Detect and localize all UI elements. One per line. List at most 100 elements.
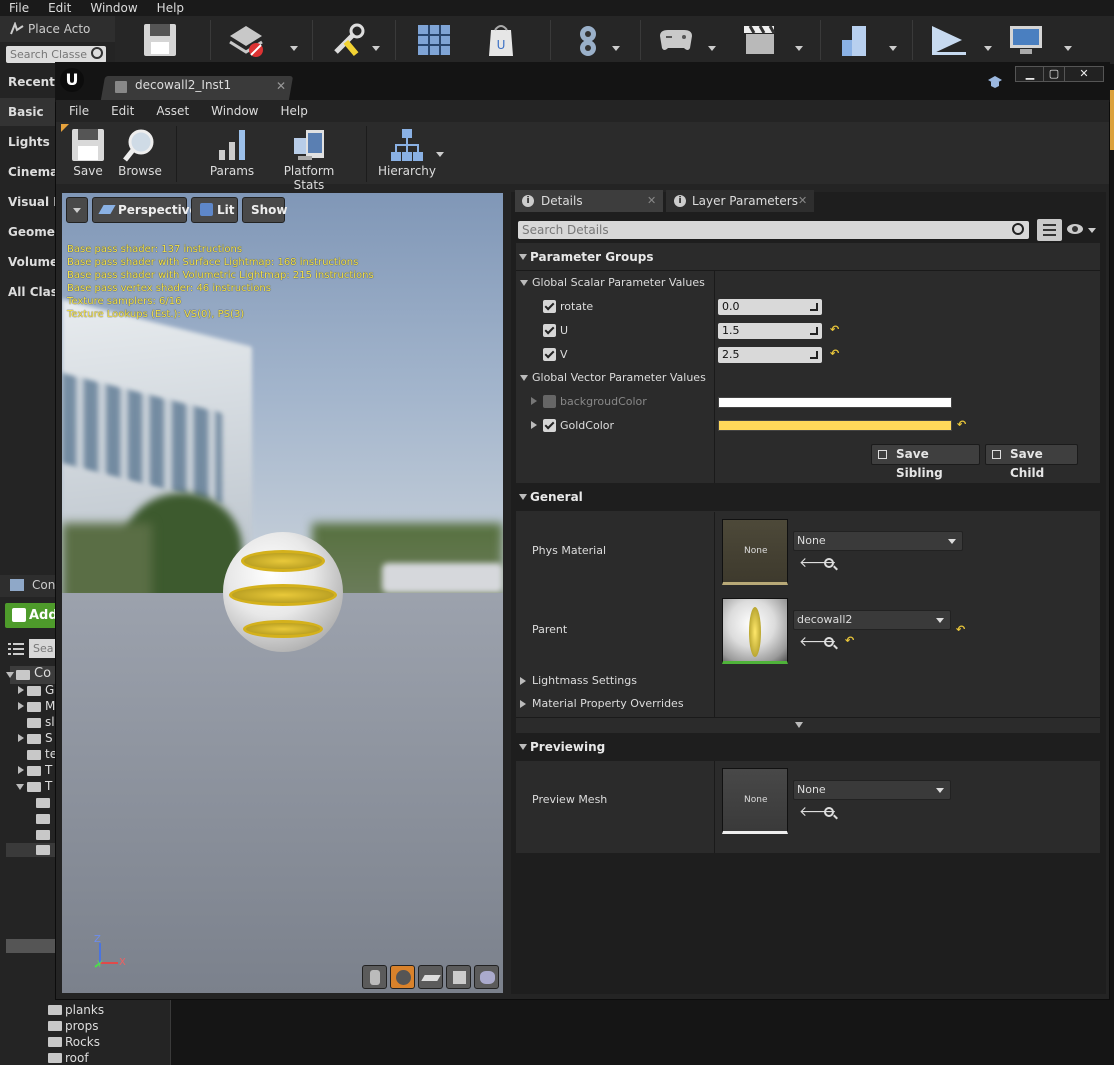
category-geometry[interactable]: Geomet	[0, 218, 55, 246]
menu-help[interactable]: Help	[267, 104, 316, 118]
menu-file[interactable]: File	[56, 104, 98, 118]
search-details-input[interactable]: Search Details	[518, 221, 1029, 239]
menu-edit[interactable]: Edit	[98, 104, 143, 118]
close-tab-icon[interactable]: ✕	[276, 79, 286, 93]
place-actors-tab[interactable]: Place Acto	[0, 16, 115, 42]
marketplace-icon[interactable]: U	[481, 22, 521, 58]
tree-item[interactable]: S	[45, 731, 53, 745]
browse-magnifier-icon[interactable]	[824, 558, 834, 568]
preview-mesh-thumbnail[interactable]: None	[722, 768, 788, 834]
tree-item[interactable]: sl	[45, 715, 55, 729]
tree-item[interactable]: T	[45, 779, 52, 793]
browse-button[interactable]: Browse	[118, 124, 162, 178]
game-mode-icon[interactable]	[656, 22, 696, 58]
show-button[interactable]: Show	[242, 197, 288, 223]
close-tab-icon[interactable]: ✕	[798, 194, 807, 207]
sources-toggle-icon[interactable]	[8, 642, 24, 656]
preview-mesh-dropdown[interactable]: None	[793, 780, 951, 800]
preview-cube-button[interactable]	[446, 965, 471, 989]
expand-icon[interactable]	[531, 397, 537, 405]
preview-cylinder-button[interactable]	[362, 965, 387, 989]
category-all-classes[interactable]: All Class	[0, 278, 55, 306]
category-recently[interactable]: Recently	[0, 68, 55, 96]
play-icon[interactable]	[928, 22, 968, 58]
menu-file[interactable]: File	[0, 1, 39, 15]
perspective-button[interactable]: Perspective	[92, 197, 198, 223]
settings-tools-icon[interactable]	[330, 22, 370, 58]
reset-to-default-icon[interactable]: ↶	[957, 418, 966, 431]
section-previewing[interactable]: Previewing	[516, 733, 1100, 761]
content-browser-tab[interactable]: Con	[0, 575, 57, 597]
menu-window[interactable]: Window	[81, 1, 147, 15]
section-parameter-groups[interactable]: Parameter Groups	[516, 243, 1100, 271]
category-visual-effects[interactable]: Visual Ef	[0, 188, 55, 216]
tree-highlight-row[interactable]	[6, 939, 56, 953]
tree-item[interactable]: G	[45, 683, 54, 697]
preview-mesh-button[interactable]	[474, 965, 499, 989]
category-cinematic[interactable]: Cinemat	[0, 158, 55, 186]
collapse-icon[interactable]	[519, 254, 527, 260]
chevron-down-icon[interactable]	[1088, 228, 1096, 233]
hierarchy-dropdown-icon[interactable]	[436, 152, 444, 157]
rotate-checkbox[interactable]	[543, 300, 556, 313]
params-button[interactable]: Params	[208, 124, 256, 178]
parent-dropdown[interactable]: decowall2	[793, 610, 951, 630]
tree-expand-icon[interactable]	[18, 734, 24, 742]
save-button[interactable]: Save	[68, 124, 108, 178]
folder-planks[interactable]: planks	[65, 1003, 104, 1017]
eye-icon[interactable]	[1066, 223, 1084, 235]
preview-sphere-button[interactable]	[390, 965, 415, 989]
phys-material-thumbnail[interactable]: None	[722, 519, 788, 585]
expand-icon[interactable]	[520, 700, 526, 708]
collapse-icon[interactable]	[520, 280, 528, 286]
tab-details[interactable]: Details	[515, 190, 663, 212]
source-control-icon[interactable]	[226, 22, 266, 58]
folder-rocks[interactable]: Rocks	[65, 1035, 100, 1049]
property-matrix-button[interactable]	[1037, 219, 1062, 241]
hierarchy-button[interactable]: Hierarchy	[378, 124, 436, 178]
build-icon[interactable]	[836, 22, 876, 58]
lightmass-settings-label[interactable]: Lightmass Settings	[532, 674, 637, 687]
u-checkbox[interactable]	[543, 324, 556, 337]
expand-icon[interactable]	[520, 677, 526, 685]
panel-splitter[interactable]	[170, 1000, 171, 1065]
content-grid-icon[interactable]	[414, 22, 454, 58]
tree-expand-icon[interactable]	[18, 686, 24, 694]
gold-color-swatch[interactable]	[718, 420, 952, 431]
browse-magnifier-icon[interactable]	[824, 637, 834, 647]
parent-thumbnail[interactable]	[722, 598, 788, 664]
maximize-button[interactable]: ▢	[1043, 66, 1065, 82]
tree-item[interactable]: T	[45, 763, 52, 777]
viewport-options-button[interactable]	[66, 197, 88, 223]
menu-window[interactable]: Window	[198, 104, 267, 118]
rotate-value-field[interactable]: 0.0	[718, 299, 822, 315]
lit-button[interactable]: Lit	[191, 197, 238, 223]
platform-stats-button[interactable]: Platform Stats	[268, 124, 350, 192]
u-value-field[interactable]: 1.5	[718, 323, 822, 339]
scalar-group-label[interactable]: Global Scalar Parameter Values	[532, 276, 705, 289]
blueprints-icon[interactable]	[568, 22, 608, 58]
tree-expand-icon[interactable]	[16, 784, 24, 790]
menu-asset[interactable]: Asset	[143, 104, 198, 118]
tree-root[interactable]: Co	[6, 666, 55, 684]
reset-to-default-icon[interactable]: ↶	[830, 323, 839, 336]
browse-magnifier-icon[interactable]	[824, 807, 834, 817]
menu-help[interactable]: Help	[148, 1, 194, 15]
launch-icon[interactable]	[1006, 22, 1046, 58]
folder-roof[interactable]: roof	[65, 1051, 89, 1065]
category-volumes[interactable]: Volumes	[0, 248, 55, 276]
phys-material-dropdown[interactable]: None	[793, 531, 963, 551]
tree-item[interactable]: M	[45, 699, 55, 713]
folder-props[interactable]: props	[65, 1019, 99, 1033]
tree-expand-icon[interactable]	[18, 702, 24, 710]
reset-to-default-icon[interactable]: ↶	[956, 623, 965, 636]
v-checkbox[interactable]	[543, 348, 556, 361]
v-value-field[interactable]: 2.5	[718, 347, 822, 363]
collapse-icon[interactable]	[519, 494, 527, 500]
preview-plane-button[interactable]	[418, 965, 443, 989]
advanced-expander[interactable]	[516, 717, 1100, 732]
cinematics-icon[interactable]	[740, 22, 780, 58]
tutorial-hat-icon[interactable]	[987, 75, 1003, 89]
gold-color-checkbox[interactable]	[543, 419, 556, 432]
material-property-overrides-label[interactable]: Material Property Overrides	[532, 697, 684, 710]
